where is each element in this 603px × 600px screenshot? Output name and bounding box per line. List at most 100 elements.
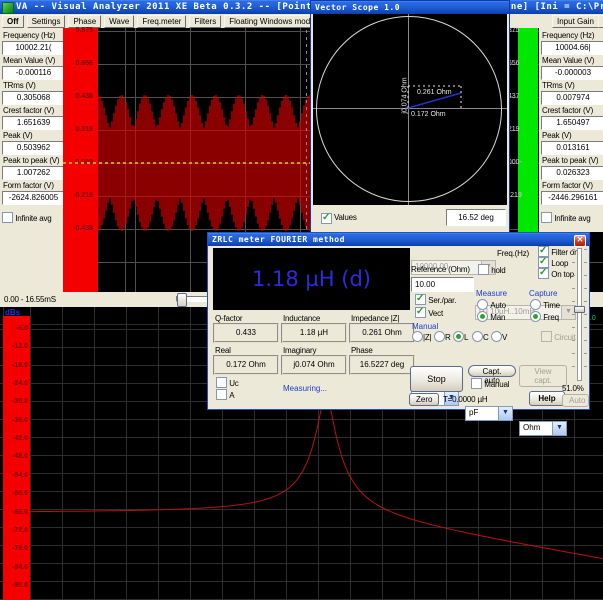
visual-analyzer-app: VA -- Visual Analyzer 2011 XE Beta 0.3.2… [0,0,603,600]
capture-group-label: Capture [529,289,557,298]
main-title-right: one] [Ini = C:\Prog [505,0,603,14]
toolbar-button-wave[interactable]: Wave [104,15,134,28]
measurement-label: TRms (V) [542,80,603,91]
capt-auto-button[interactable]: Capt. auto [468,365,516,377]
zrlc-main-display: 1.18 µH (d) [213,248,410,310]
reference-label: Reference (Ohm) [411,265,470,274]
app-icon [2,2,14,14]
manual-capture-checkbox[interactable] [471,378,482,389]
c-radio[interactable] [472,331,483,342]
vector-scope-titlebar[interactable]: Vector Scope 1.0 [311,1,509,14]
capture-freq-radio-row[interactable]: Freq [530,311,559,322]
measurement-pair: Form factor (V)-2624.826005 [2,180,65,205]
auto-radio[interactable] [477,299,488,310]
impedance-label: Impedance |Z| [351,314,399,323]
zero-button[interactable]: Zero [409,393,439,406]
a-checkbox[interactable] [216,389,227,400]
capture-time-radio-row[interactable]: Time [530,299,560,310]
spectrum-tick-label: -78.0 [8,545,28,553]
inductance-label: Inductance [283,314,320,323]
measurement-value: -2446.296161 [541,191,603,205]
vector-mag-label: 0.261 Ohm [417,89,452,96]
level-slider[interactable] [577,248,582,381]
measure-man-radio-row[interactable]: Man [477,311,505,322]
auto-level-button[interactable]: Auto [562,394,589,407]
measurement-pair: Crest factor (V)1.651639 [2,105,65,130]
right-infinite-avg-checkbox[interactable] [541,212,552,223]
toolbar-button-off[interactable]: Off [2,15,24,28]
v-radio[interactable] [491,331,502,342]
level-slider-thumb[interactable] [574,306,585,313]
left-infinite-avg-checkbox[interactable] [2,212,13,223]
measuring-status: Measuring... [283,384,327,393]
freq-radio[interactable] [530,311,541,322]
toolbar-button-filters[interactable]: Filters [189,15,221,28]
manual-l-radio-row[interactable]: L [453,331,468,342]
l-radio[interactable] [453,331,464,342]
r-radio[interactable] [434,331,445,342]
measurement-label: Form factor (V) [3,180,65,191]
impedance-vector [313,14,507,205]
uc-checkbox[interactable] [216,377,227,388]
manual-c-radio-row[interactable]: C [472,331,489,342]
toolbar-button-floating-windows-mode[interactable]: Floating Windows mode [224,15,319,28]
values-checkbox[interactable] [321,213,332,224]
on-top-checkbox[interactable] [538,268,549,279]
stop-button[interactable]: Stop [410,366,463,392]
measurement-pair: Peak to peak (V)0.026323 [541,155,603,180]
manual-r-radio-row[interactable]: R [434,331,451,342]
measurement-label: Frequency (Hz) [542,30,603,41]
level-percent-label: 51.0% [562,384,584,393]
man-radio[interactable] [477,311,488,322]
left-infinite-avg[interactable]: Infinite avg [2,212,65,223]
scope-tick-label: -0.438 [73,225,93,233]
measurement-label: Peak (V) [542,130,603,141]
vect-row[interactable]: Vect [415,307,443,318]
a-checkbox-row[interactable]: A [216,389,234,400]
spectrum-tick-label: -42.0 [8,435,28,443]
vect-checkbox[interactable] [415,307,426,318]
hold-checkbox[interactable] [478,264,489,275]
unit-r-combo[interactable]: Ohm▼ [519,421,567,436]
freq-hz-label: Freq.(Hz) [497,249,529,258]
input-gain-button[interactable]: Input Gain [552,15,599,28]
right-infinite-avg[interactable]: Infinite avg [541,212,603,223]
measurement-value: -2624.826005 [2,191,65,205]
manual-z-radio-row[interactable]: |Z| [412,331,431,342]
toolbar-button-freq-meter[interactable]: Freq.meter [137,15,186,28]
z-radio[interactable] [412,331,423,342]
left-panel-fields: Frequency (Hz)10002.21(Mean Value (V)-0.… [2,30,65,205]
main-titlebar[interactable]: VA -- Visual Analyzer 2011 XE Beta 0.3.2… [0,0,603,14]
spectrum-tick-label: -72.0 [8,527,28,535]
measurement-pair: Peak (V)0.013161 [541,130,603,155]
scope-tick-label: -0.219 [73,192,93,200]
values-checkbox-label: Values [334,213,357,222]
manual-capture-row[interactable]: Manual [471,378,509,389]
measure-auto-radio-row[interactable]: Auto [477,299,506,310]
unit-c-combo[interactable]: pF▼ [465,406,513,421]
help-button[interactable]: Help [529,391,565,406]
right-panel-fields: Frequency (Hz)10004.66|Mean Value (V)-0.… [541,30,603,205]
measurement-pair: Form factor (V)-2446.296161 [541,180,603,205]
measurement-value: -0.000116 [2,66,65,80]
measurement-value: 1.007262 [2,166,65,180]
spectrum-tick-label: -30.0 [8,398,28,406]
measurement-pair: Peak (V)0.503962 [2,130,65,155]
measurement-pair: TRms (V)0.007974 [541,80,603,105]
manual-v-radio-row[interactable]: V [491,331,507,342]
toolbar-button-settings[interactable]: Settings [27,15,66,28]
serpar-row[interactable]: Ser./par. [415,294,456,305]
left-measurement-panel: Frequency (Hz)10002.21(Mean Value (V)-0.… [0,28,66,309]
measurement-label: Form factor (V) [542,180,603,191]
measurement-pair: Crest factor (V)1.650497 [541,105,603,130]
time-radio[interactable] [530,299,541,310]
on-top-row[interactable]: On top [538,268,574,279]
hold-row[interactable]: hold [478,264,506,275]
reference-input[interactable]: 10.00 [411,277,474,292]
uc-checkbox-row[interactable]: Uc [216,377,239,388]
time-scrollbar-thumb[interactable] [177,293,187,307]
view-capt-button[interactable]: View capt. [519,365,567,387]
zrlc-titlebar[interactable]: ZRLC meter FOURIER method [208,233,589,246]
cropped-right-button[interactable] [598,15,603,28]
serpar-checkbox[interactable] [415,294,426,305]
